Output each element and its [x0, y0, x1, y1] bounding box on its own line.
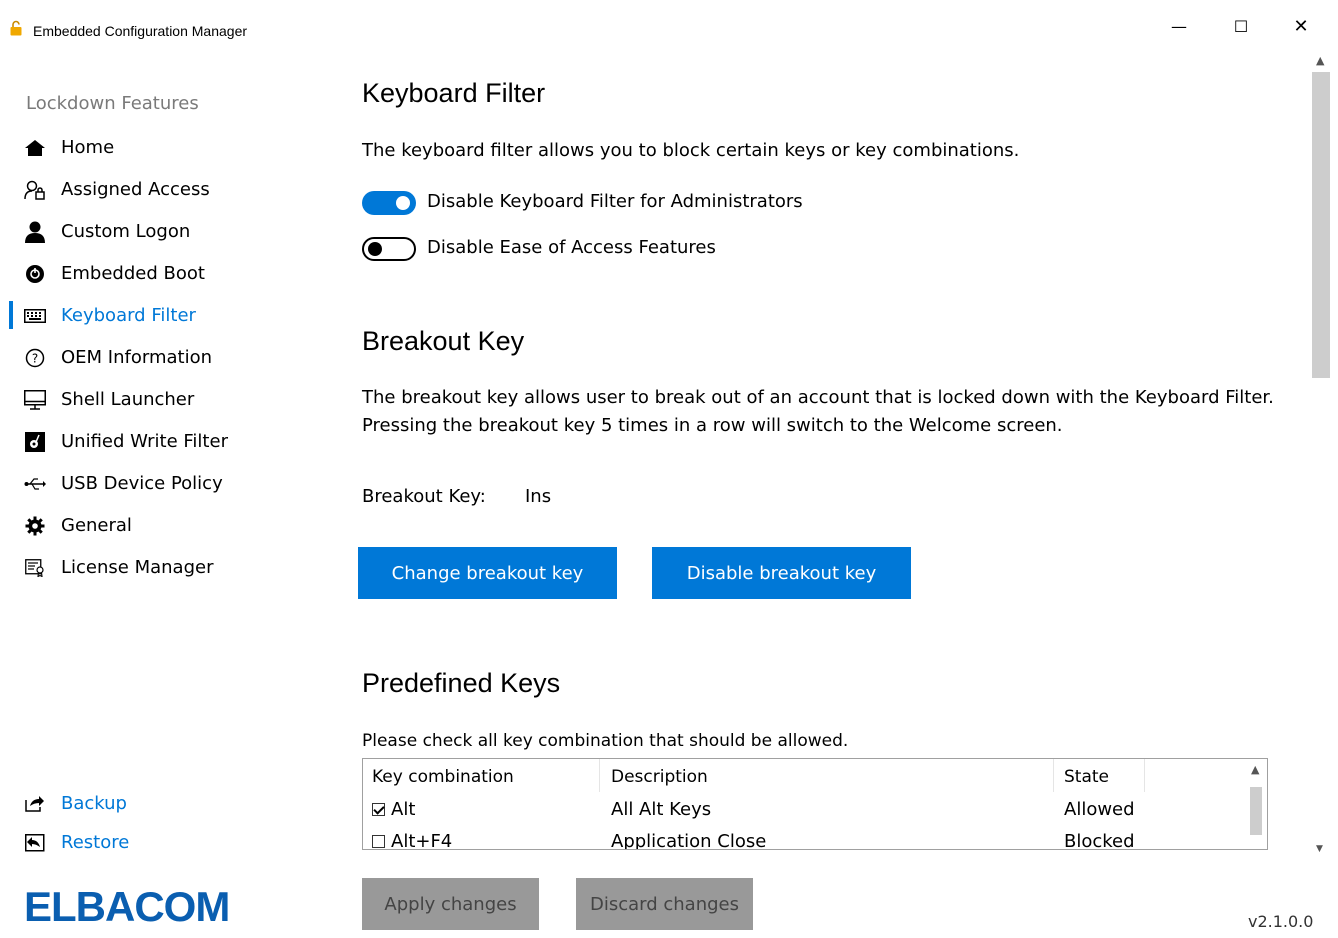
- gear-icon: [24, 515, 46, 537]
- toggle-disable-ease-of-access[interactable]: [362, 237, 416, 261]
- sidebar-item-label: OEM Information: [61, 346, 212, 368]
- breakout-description-line2: Pressing the breakout key 5 times in a r…: [362, 415, 1063, 436]
- restore-label: Restore: [61, 832, 130, 853]
- column-header-state[interactable]: State: [1064, 767, 1109, 787]
- person-icon: [24, 221, 46, 243]
- sidebar-item-home[interactable]: Home: [0, 127, 330, 167]
- disable-breakout-key-button[interactable]: Disable breakout key: [652, 547, 911, 599]
- keyboard-filter-description: The keyboard filter allows you to block …: [362, 140, 1020, 161]
- sidebar-item-keyboard-filter[interactable]: Keyboard Filter: [0, 295, 330, 335]
- breakout-key-label: Breakout Key:: [362, 486, 486, 507]
- sidebar-item-label: Assigned Access: [61, 178, 210, 200]
- sidebar-header: Lockdown Features: [26, 93, 199, 114]
- predefined-keys-instruction: Please check all key combination that sh…: [362, 731, 849, 751]
- home-icon: [24, 137, 46, 159]
- chevron-up-icon[interactable]: ▲: [1316, 54, 1324, 67]
- toggle-disable-filter-admins-label: Disable Keyboard Filter for Administrato…: [427, 191, 803, 212]
- close-button[interactable]: ✕: [1278, 8, 1324, 44]
- keyboard-filter-title: Keyboard Filter: [362, 78, 546, 108]
- maximize-icon: ☐: [1233, 16, 1249, 36]
- sidebar-item-label: Unified Write Filter: [61, 430, 228, 452]
- change-breakout-key-button[interactable]: Change breakout key: [358, 547, 617, 599]
- backup-label: Backup: [61, 793, 127, 814]
- power-icon: [24, 263, 46, 285]
- title-bar: Embedded Configuration Manager — ☐ ✕: [0, 0, 1338, 44]
- sidebar-item-label: Custom Logon: [61, 220, 191, 242]
- sidebar-item-shell-launcher[interactable]: Shell Launcher: [0, 379, 330, 419]
- table-scrollbar-thumb[interactable]: [1250, 787, 1262, 835]
- toggle-disable-filter-admins[interactable]: [362, 191, 416, 215]
- breakout-key-value: Ins: [525, 486, 552, 507]
- main-scrollbar-thumb[interactable]: [1312, 72, 1330, 378]
- sidebar-item-unified-write-filter[interactable]: Unified Write Filter: [0, 421, 330, 461]
- sidebar-item-label: Keyboard Filter: [61, 304, 196, 326]
- backup-link[interactable]: Backup: [0, 787, 330, 823]
- sidebar-item-license-manager[interactable]: License Manager: [0, 547, 330, 587]
- close-icon: ✕: [1293, 15, 1309, 37]
- elbacom-logo: ELBACOM: [24, 883, 230, 930]
- sidebar-item-label: General: [61, 514, 132, 536]
- sidebar-item-label: Embedded Boot: [61, 262, 205, 284]
- column-header-description[interactable]: Description: [611, 767, 708, 787]
- discard-changes-button[interactable]: Discard changes: [576, 878, 753, 930]
- sidebar-item-assigned-access[interactable]: Assigned Access: [0, 169, 330, 209]
- monitor-icon: [24, 389, 46, 411]
- minimize-button[interactable]: —: [1156, 8, 1202, 44]
- column-header-key-combination[interactable]: Key combination: [372, 767, 514, 787]
- keyboard-icon: [24, 305, 46, 327]
- apply-changes-button[interactable]: Apply changes: [362, 878, 539, 930]
- sidebar-item-label: Home: [61, 136, 115, 158]
- sidebar-item-custom-logon[interactable]: Custom Logon: [0, 211, 330, 251]
- table-scrollbar[interactable]: ▲: [1245, 759, 1267, 849]
- certificate-icon: [24, 557, 46, 579]
- user-lock-icon: [24, 179, 46, 201]
- window-title: Embedded Configuration Manager: [33, 23, 248, 39]
- chevron-down-icon[interactable]: ▼: [1316, 844, 1323, 854]
- backup-icon: [25, 795, 45, 815]
- breakout-key-title: Breakout Key: [362, 326, 525, 356]
- maximize-button[interactable]: ☐: [1218, 8, 1264, 44]
- predefined-keys-title: Predefined Keys: [362, 668, 561, 698]
- sidebar-item-label: USB Device Policy: [61, 472, 223, 494]
- minimize-icon: —: [1171, 16, 1187, 36]
- table-row[interactable]: Alt All Alt Keys Allowed: [363, 795, 1243, 827]
- sidebar-item-usb-device-policy[interactable]: USB Device Policy: [0, 463, 330, 503]
- sidebar-item-general[interactable]: General: [0, 505, 330, 545]
- svg-text:?: ?: [32, 352, 38, 366]
- restore-link[interactable]: Restore: [0, 826, 330, 862]
- sidebar-item-label: Shell Launcher: [61, 388, 195, 410]
- chevron-up-icon[interactable]: ▲: [1251, 763, 1259, 776]
- toggle-disable-ease-of-access-label: Disable Ease of Access Features: [427, 237, 716, 258]
- row-checkbox[interactable]: [372, 803, 385, 816]
- main-scrollbar[interactable]: ▲ ▼: [1310, 50, 1332, 858]
- row-checkbox[interactable]: [372, 835, 385, 848]
- sidebar-item-embedded-boot[interactable]: Embedded Boot: [0, 253, 330, 293]
- sidebar-item-label: License Manager: [61, 556, 214, 578]
- lock-icon: [10, 20, 22, 36]
- predefined-keys-table: Key combination Description State Alt Al…: [362, 758, 1268, 850]
- help-icon: ?: [24, 347, 46, 369]
- breakout-description-line1: The breakout key allows user to break ou…: [362, 387, 1274, 408]
- usb-icon: [24, 473, 46, 495]
- version-label: v2.1.0.0: [1248, 912, 1314, 931]
- disk-icon: [24, 431, 46, 453]
- restore-icon: [25, 834, 45, 854]
- table-row[interactable]: Alt+F4 Application Close Blocked: [363, 827, 1243, 849]
- sidebar-item-oem-information[interactable]: ? OEM Information: [0, 337, 330, 377]
